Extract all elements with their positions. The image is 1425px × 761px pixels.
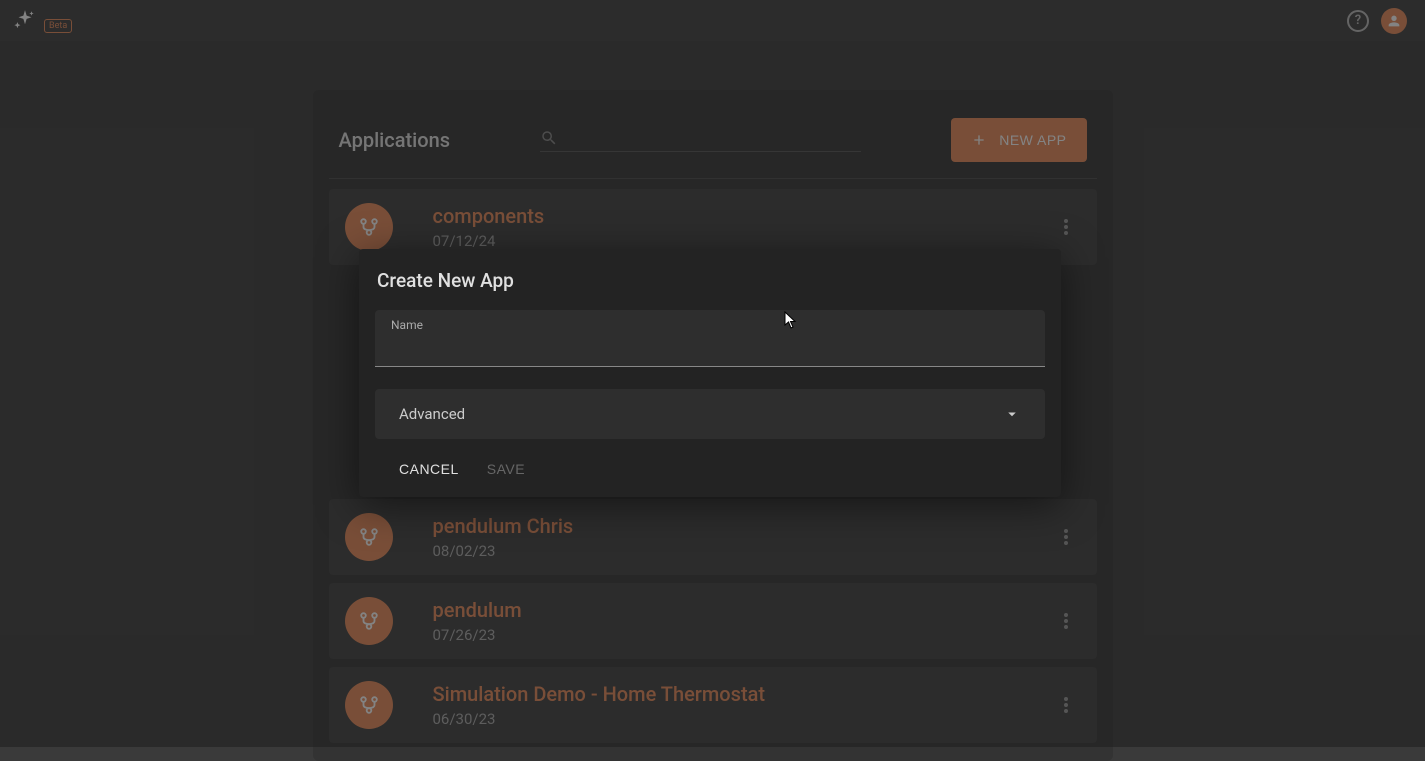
name-field[interactable]: Name bbox=[375, 310, 1045, 367]
advanced-toggle[interactable]: Advanced bbox=[375, 389, 1045, 439]
create-app-modal: Create New App Name Advanced CANCEL SAVE bbox=[359, 249, 1061, 497]
name-label: Name bbox=[391, 318, 1029, 332]
modal-title: Create New App bbox=[375, 269, 1045, 292]
modal-actions: CANCEL SAVE bbox=[375, 439, 1045, 491]
save-button[interactable]: SAVE bbox=[487, 461, 525, 477]
name-input[interactable] bbox=[391, 336, 1029, 356]
chevron-down-icon bbox=[1003, 405, 1021, 423]
advanced-label: Advanced bbox=[399, 405, 465, 423]
cancel-button[interactable]: CANCEL bbox=[399, 461, 459, 477]
